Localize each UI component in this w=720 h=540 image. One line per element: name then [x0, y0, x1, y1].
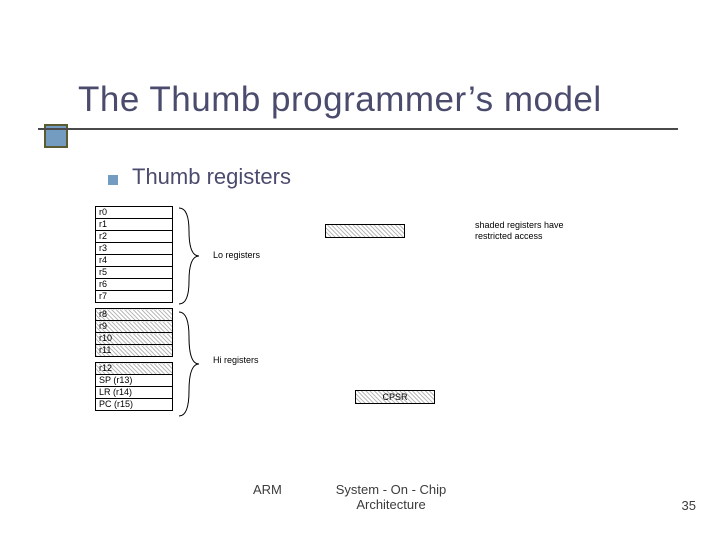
legend-line1: shaded registers have: [475, 220, 564, 230]
legend-line2: restricted access: [475, 231, 543, 241]
lo-registers-label: Lo registers: [213, 250, 260, 260]
title-underline: [38, 128, 678, 130]
footer-center: System - On - Chip Architecture: [306, 482, 476, 512]
reg-cell: r5: [96, 267, 173, 279]
reg-cell-lr: LR (r14): [96, 387, 173, 399]
reg-cell: r0: [96, 207, 173, 219]
reg-cell: r4: [96, 255, 173, 267]
reg-cell-sp: SP (r13): [96, 375, 173, 387]
cpsr-box: CPSR: [355, 390, 435, 404]
reg-cell-hi: r9: [96, 321, 173, 333]
slide-title: The Thumb programmer’s model: [78, 80, 602, 120]
legend-shaded-swatch: [325, 224, 405, 238]
reg-cell-hi: r8: [96, 309, 173, 321]
reg-cell: r2: [96, 231, 173, 243]
reg-cell-pc: PC (r15): [96, 399, 173, 411]
legend-text: shaded registers have restricted access: [475, 220, 564, 242]
reg-cell: r1: [96, 219, 173, 231]
register-diagram: r0 r1 r2 r3 r4 r5 r6 r7 r8 r9 r10 r11 r1…: [95, 206, 635, 456]
reg-cell: r6: [96, 279, 173, 291]
page-number: 35: [682, 498, 696, 513]
bullet-icon: [108, 175, 118, 185]
reg-cell-hi: r11: [96, 345, 173, 357]
reg-cell-hi: r10: [96, 333, 173, 345]
footer-center-line1: System - On - Chip: [336, 482, 447, 497]
brace-lo-icon: [177, 206, 209, 306]
reg-cell-hi: r12: [96, 363, 173, 375]
footer-arm: ARM: [253, 482, 282, 497]
register-table: r0 r1 r2 r3 r4 r5 r6 r7 r8 r9 r10 r11 r1…: [95, 206, 173, 411]
reg-cell: r3: [96, 243, 173, 255]
hi-registers-label: Hi registers: [213, 355, 259, 365]
bullet-text: Thumb registers: [132, 164, 291, 190]
footer-center-line2: Architecture: [356, 497, 425, 512]
reg-cell: r7: [96, 291, 173, 303]
brace-hi-icon: [177, 310, 209, 418]
bullet-row: Thumb registers: [108, 164, 291, 190]
